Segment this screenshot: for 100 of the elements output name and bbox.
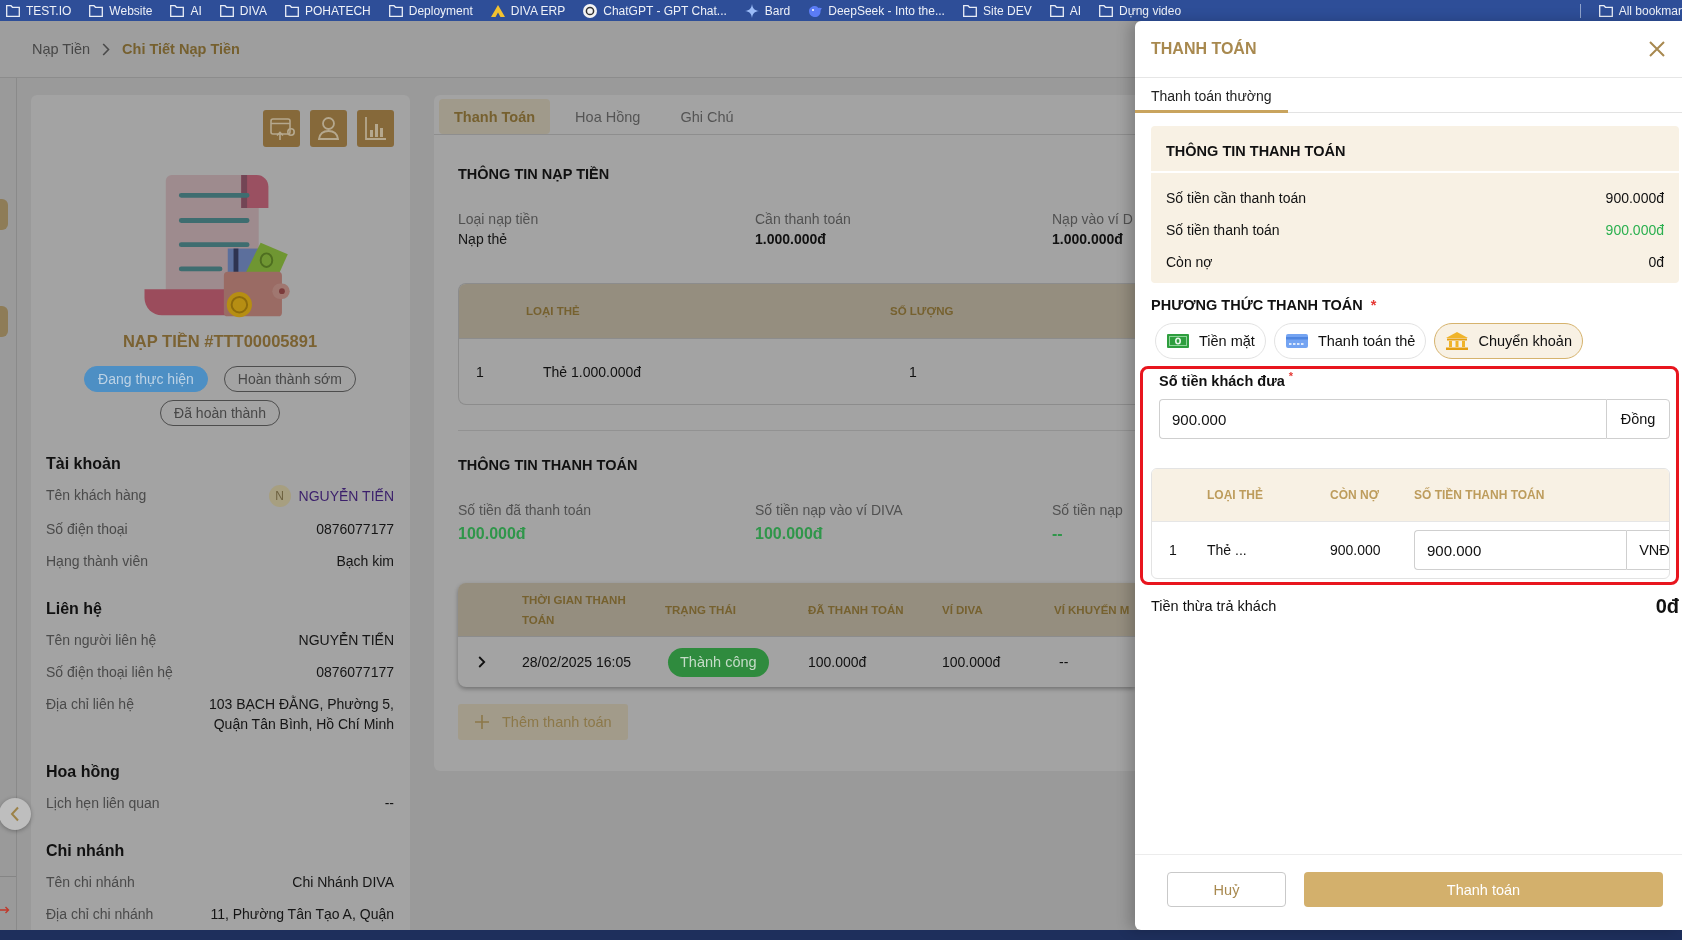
field-value: Nạp thẻ xyxy=(458,230,509,249)
bookmark-link[interactable]: TEST.IO xyxy=(6,3,72,18)
payment-amount-field[interactable]: 900.000 xyxy=(1414,530,1626,570)
info-label: Tên khách hàng xyxy=(46,486,147,505)
table-cell-text: 28/02/2025 16:05 xyxy=(522,654,632,670)
info-value: 11, Phường Tân Tạo A, Quận xyxy=(210,905,394,924)
change-label: Tiền thừa trả khách xyxy=(1151,598,1277,614)
chart-icon[interactable] xyxy=(357,110,394,147)
breadcrumb-link[interactable]: Nạp Tiền xyxy=(32,41,91,57)
field-value: 1.000.000đ xyxy=(1052,230,1124,249)
table-cell-text: Thẻ ... xyxy=(1207,542,1248,558)
field-value: 1.000.000đ xyxy=(755,230,827,249)
ring-logo-icon xyxy=(583,3,598,18)
sidebar-tab-icon[interactable] xyxy=(0,306,8,337)
summary-value: 900.000đ xyxy=(1605,190,1664,206)
payment-method-option[interactable]: Thanh toán thẻ xyxy=(1273,323,1427,359)
currency-unit: Đồng xyxy=(1606,399,1670,439)
bookmark-link[interactable]: Site DEV xyxy=(962,3,1032,18)
field-label: Số tiền nạp vào ví DIVA xyxy=(755,501,904,520)
payment-method-option[interactable]: Tiền mặt xyxy=(1155,323,1266,359)
table-cell-text: 1 xyxy=(1168,542,1178,558)
field-label: Cần thanh toán xyxy=(755,210,852,229)
field-value: 100.000đ xyxy=(755,524,824,544)
section-title: THÔNG TIN NẠP TIỀN xyxy=(458,164,611,184)
section-title: THÔNG TIN THANH TOÁN xyxy=(458,455,639,475)
table-cell-text: Thẻ 1.000.000đ xyxy=(542,363,643,380)
field-label: Nạp vào ví D xyxy=(1052,210,1134,229)
table-cell-text: -- xyxy=(1058,654,1070,670)
table-cell-text: 1 xyxy=(475,363,485,380)
info-value: 0876077177 xyxy=(316,663,394,682)
table-cell-text: 100.000đ xyxy=(808,654,868,670)
bank-icon xyxy=(1446,332,1469,350)
card-icon xyxy=(1285,334,1308,348)
field-label: Số tiền đã thanh toán xyxy=(458,501,593,520)
chevron-right-icon xyxy=(102,42,111,56)
folder-icon xyxy=(388,4,403,17)
bookmark-link[interactable]: AI xyxy=(170,3,202,18)
banknote-icon xyxy=(1167,334,1189,348)
field-value: -- xyxy=(1052,524,1064,544)
section-title: Chi nhánh xyxy=(46,841,126,861)
info-label: Địa chỉ chi nhánh xyxy=(46,905,154,924)
section-title: Liên hệ xyxy=(46,599,103,619)
bookmark-link[interactable]: DIVA xyxy=(219,3,267,18)
sidebar-tab-icon[interactable] xyxy=(0,199,8,230)
info-value: -- xyxy=(384,794,394,813)
column-header: VÍ DIVA xyxy=(942,603,984,616)
info-label: Số điện thoại xyxy=(46,520,128,539)
folder-icon xyxy=(6,4,20,17)
info-value: 103 BẠCH ĐẰNG, Phường 5, Quận Tân Bình, Hồ Chí Minh xyxy=(207,694,394,734)
summary-label: Số tiền thanh toán xyxy=(1166,222,1280,238)
summary-label: Còn nợ xyxy=(1166,254,1213,270)
sparkle-icon xyxy=(744,3,759,18)
drawer-title: THANH TOÁN xyxy=(1151,40,1257,58)
folder-icon xyxy=(1099,4,1113,17)
folder-icon xyxy=(89,4,104,17)
close-icon xyxy=(1649,41,1665,57)
info-label: Địa chỉ liên hệ xyxy=(46,695,134,714)
table-cell-text: 100.000đ xyxy=(942,654,1002,670)
bookmark-link[interactable]: Deployment xyxy=(388,3,473,18)
folder-icon xyxy=(170,4,185,17)
bookmark-link[interactable]: AI xyxy=(1049,3,1081,18)
bookmark-link[interactable]: All bookmar xyxy=(1598,3,1682,18)
section-title: Tài khoản xyxy=(46,454,122,474)
plus-icon xyxy=(474,714,490,730)
info-label: Lịch hẹn liên quan xyxy=(46,794,160,813)
section-title: Hoa hồng xyxy=(46,762,121,782)
required-mark: * xyxy=(1370,296,1377,315)
customer-name: NGUYỄN TIẾN xyxy=(298,487,394,506)
chevron-right-icon[interactable] xyxy=(478,656,486,668)
logout-icon[interactable] xyxy=(0,905,10,915)
folder-icon xyxy=(962,4,977,17)
folder-icon xyxy=(1049,4,1064,17)
table-cell-text: 900.000 xyxy=(1330,542,1382,558)
info-value: Chi Nhánh DIVA xyxy=(292,873,394,892)
bookmark-link[interactable]: POHATECH xyxy=(284,3,371,18)
bookmark-link[interactable]: DIVA ERP xyxy=(490,3,566,18)
status-badge: Thành công xyxy=(668,647,769,677)
close-button[interactable] xyxy=(1649,41,1665,57)
wallet-icon[interactable] xyxy=(263,110,300,147)
bookmark-link[interactable]: DeepSeek - Into the... xyxy=(808,3,945,18)
folder-icon xyxy=(1598,4,1613,17)
bookmark-link[interactable]: Bard xyxy=(744,3,791,18)
avatar: N xyxy=(268,485,291,507)
user-icon[interactable] xyxy=(310,110,347,147)
amount-label: Số tiền khách đưa xyxy=(1159,372,1285,391)
collapse-button[interactable] xyxy=(0,798,31,830)
bookmark-link[interactable]: Dựng video xyxy=(1099,3,1182,18)
column-header: TRẠNG THÁI xyxy=(665,603,737,616)
tab[interactable]: Thanh toán thường xyxy=(1135,78,1288,113)
bookmark-link[interactable]: ChatGPT - GPT Chat... xyxy=(583,3,727,18)
column-header: THỜI GIAN THANH TOÁN xyxy=(522,592,627,628)
column-header: LOẠI THẺ xyxy=(1207,488,1264,502)
currency-unit: VNĐ xyxy=(1626,530,1669,570)
amount-field[interactable]: 900.000 xyxy=(1159,399,1606,439)
bookmark-link[interactable]: Website xyxy=(89,3,153,18)
method-label: PHƯƠNG THỨC THANH TOÁN xyxy=(1151,295,1363,315)
summary-value: 900.000đ xyxy=(1605,222,1664,238)
field-label: Số tiền nạp xyxy=(1052,501,1124,520)
column-header: VÍ KHUYẾN M xyxy=(1054,603,1131,616)
payment-method-option[interactable]: Chuyển khoản xyxy=(1434,323,1583,359)
